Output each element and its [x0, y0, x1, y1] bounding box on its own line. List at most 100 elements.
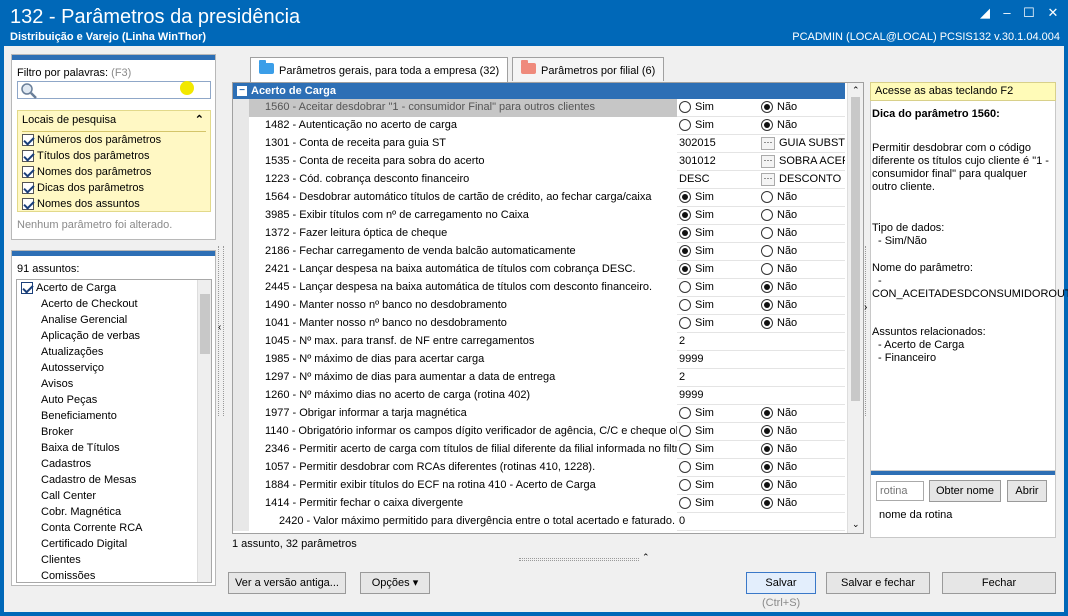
subject-item[interactable]: Avisos [17, 376, 197, 392]
radio-icon[interactable] [679, 281, 691, 294]
radio-yes[interactable]: Sim [679, 405, 714, 422]
radio-no[interactable]: Não [761, 243, 797, 260]
lookup-button[interactable]: ··· [761, 137, 775, 150]
subject-item[interactable]: Cobr. Magnética [17, 504, 197, 520]
checkbox-icon[interactable] [22, 134, 34, 147]
radio-no[interactable]: Não [761, 495, 797, 512]
location-names[interactable]: Nomes dos parâmetros [22, 166, 151, 179]
parameter-row[interactable]: 1482 - Autenticação no acerto de carga Si… [233, 117, 845, 135]
radio-icon[interactable] [761, 497, 773, 510]
radio-icon[interactable] [679, 425, 691, 438]
subject-item[interactable]: Atualizações [17, 344, 197, 360]
radio-no[interactable]: Não [761, 315, 797, 332]
collapse-group-icon[interactable]: − [237, 86, 247, 96]
restore-icon[interactable]: ◢ [978, 6, 992, 20]
parameter-value[interactable]: Sim Não [679, 315, 845, 333]
parameter-row[interactable]: 1490 - Manter nosso nº banco no desdobra… [233, 297, 845, 315]
parameter-row[interactable]: 1977 - Obrigar informar a tarja magnétic… [233, 405, 845, 423]
parameter-value[interactable]: 2 [679, 333, 845, 351]
old-version-button[interactable]: Ver a versão antiga... [228, 572, 346, 594]
parameter-value[interactable]: Sim Não [679, 423, 845, 441]
parameter-row[interactable]: 2346 - Permitir acerto de carga com títu… [233, 441, 845, 459]
radio-icon[interactable] [679, 227, 691, 240]
radio-no[interactable]: Não [761, 423, 797, 440]
radio-no[interactable]: Não [761, 441, 797, 458]
scroll-up-icon[interactable]: ⌃ [852, 85, 860, 96]
parameter-value[interactable]: Sim Não [679, 261, 845, 279]
parameter-row[interactable]: 2186 - Fechar carregamento de venda balc… [233, 243, 845, 261]
collapse-right-icon[interactable]: › [864, 302, 867, 313]
parameter-row[interactable]: 1223 - Cód. cobrança desconto financeiro… [233, 171, 845, 189]
get-name-button[interactable]: Obter nome [929, 480, 1001, 502]
parameter-value[interactable]: Sim Não [679, 441, 845, 459]
location-titles[interactable]: Títulos dos parâmetros [22, 150, 150, 163]
radio-icon[interactable] [679, 191, 691, 204]
routine-input[interactable] [876, 481, 924, 501]
radio-icon[interactable] [679, 299, 691, 312]
parameter-row[interactable]: 2421 - Lançar despesa na baixa automátic… [233, 261, 845, 279]
subject-item[interactable]: Beneficiamento [17, 408, 197, 424]
lookup-code[interactable]: 301012 [679, 153, 716, 170]
scroll-down-icon[interactable]: ⌄ [852, 519, 860, 530]
options-button[interactable]: Opções ▾ [360, 572, 430, 594]
subject-item[interactable]: Certificado Digital [17, 536, 197, 552]
radio-icon[interactable] [679, 407, 691, 420]
radio-no[interactable]: Não [761, 117, 797, 134]
radio-icon[interactable] [761, 245, 773, 258]
close-icon[interactable]: ✕ [1046, 6, 1060, 20]
collapse-left-icon[interactable]: ‹ [218, 322, 221, 333]
radio-icon[interactable] [761, 407, 773, 420]
subject-item[interactable]: Aplicação de verbas [17, 328, 197, 344]
parameter-row[interactable]: 3985 - Exibir títulos com nº de carregam… [233, 207, 845, 225]
parameter-value[interactable]: DESC ··· DESCONTO F [679, 171, 845, 189]
subject-item[interactable]: Auto Peças [17, 392, 197, 408]
save-button[interactable]: Salvar [746, 572, 816, 594]
radio-icon[interactable] [761, 119, 773, 132]
tab-general[interactable]: Parâmetros gerais, para toda a empresa (… [250, 57, 509, 82]
checkbox-icon[interactable] [22, 166, 34, 179]
radio-icon[interactable] [761, 461, 773, 474]
lookup-code[interactable]: DESC [679, 171, 710, 188]
radio-yes[interactable]: Sim [679, 225, 714, 242]
parameter-row[interactable]: 1045 - Nº max. para transf. de NF entre … [233, 333, 845, 351]
close-button[interactable]: Fechar [942, 572, 1056, 594]
radio-icon[interactable] [761, 191, 773, 204]
parameter-value[interactable]: 301012 ··· SOBRA ACER [679, 153, 845, 171]
scroll-thumb[interactable] [200, 294, 210, 354]
parameter-row[interactable]: 1297 - Nº máximo de dias para aumentar a… [233, 369, 845, 387]
radio-icon[interactable] [761, 227, 773, 240]
bottom-splitter[interactable] [519, 558, 639, 561]
parameter-row[interactable]: 1535 - Conta de receita para sobra do ac… [233, 153, 845, 171]
subject-item[interactable]: Conta Corrente RCA [17, 520, 197, 536]
checkbox-icon[interactable] [22, 182, 34, 195]
parameter-value[interactable]: Sim Não [679, 495, 845, 513]
parameter-value[interactable]: 302015 ··· GUIA SUBSTI [679, 135, 845, 153]
radio-icon[interactable] [679, 119, 691, 132]
radio-yes[interactable]: Sim [679, 297, 714, 314]
radio-yes[interactable]: Sim [679, 495, 714, 512]
parameter-value[interactable]: Sim Não [679, 459, 845, 477]
checkbox-icon[interactable] [21, 282, 33, 295]
radio-icon[interactable] [679, 461, 691, 474]
parameter-row[interactable]: 1260 - Nº máximo dias no acerto de carga… [233, 387, 845, 405]
parameter-row[interactable]: 2445 - Lançar despesa na baixa automátic… [233, 279, 845, 297]
lookup-button[interactable]: ··· [761, 155, 775, 168]
radio-icon[interactable] [679, 101, 691, 114]
maximize-icon[interactable]: ☐ [1022, 6, 1036, 20]
radio-yes[interactable]: Sim [679, 207, 714, 224]
subject-item[interactable]: Autosserviço [17, 360, 197, 376]
radio-yes[interactable]: Sim [679, 99, 714, 116]
radio-icon[interactable] [761, 317, 773, 330]
radio-yes[interactable]: Sim [679, 459, 714, 476]
location-hints[interactable]: Dicas dos parâmetros [22, 182, 144, 195]
parameter-value[interactable]: Sim Não [679, 189, 845, 207]
parameter-row[interactable]: 1372 - Fazer leitura óptica de cheque Sim… [233, 225, 845, 243]
subject-item[interactable]: Broker [17, 424, 197, 440]
radio-yes[interactable]: Sim [679, 189, 714, 206]
parameter-row[interactable]: 1564 - Desdobrar automático títulos de c… [233, 189, 845, 207]
radio-yes[interactable]: Sim [679, 261, 714, 278]
tab-branch[interactable]: Parâmetros por filial (6) [512, 57, 665, 81]
location-subjects[interactable]: Nomes dos assuntos [22, 198, 140, 211]
radio-icon[interactable] [761, 479, 773, 492]
radio-icon[interactable] [761, 299, 773, 312]
